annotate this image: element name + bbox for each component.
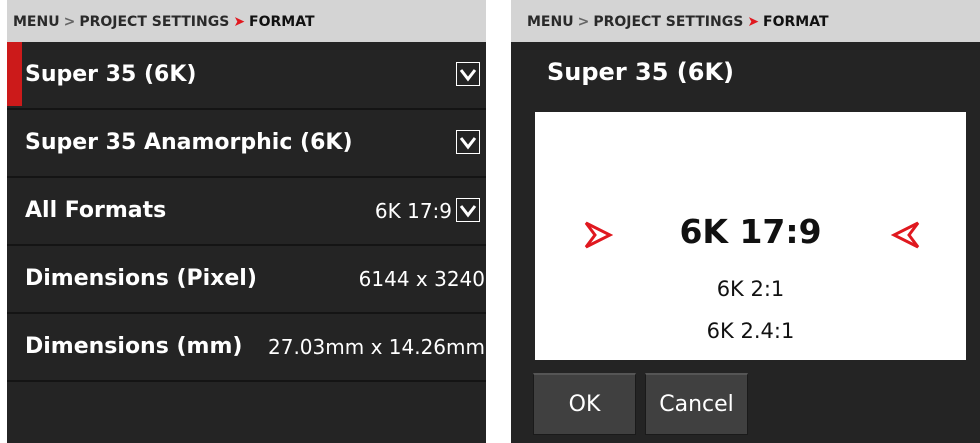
format-row-super35-anamorphic[interactable]: Super 35 Anamorphic (6K): [7, 110, 486, 178]
dimensions-mm-row: Dimensions (mm) 27.03mm x 14.26mm: [7, 314, 486, 382]
row-value: 6K 17:9: [374, 199, 452, 223]
picker-option[interactable]: 6K 2.4:1: [535, 317, 966, 345]
format-list-panel: MENU > PROJECT SETTINGS ➤ FORMAT Super 35 (6…: [7, 0, 486, 443]
breadcrumb-current: FORMAT: [763, 14, 829, 30]
row-label: Super 35 (6K): [25, 62, 197, 87]
breadcrumb-arrow-icon: ➤: [747, 14, 760, 30]
row-value: 6144 x 3240: [358, 267, 485, 291]
format-picker[interactable]: 6K 17:9 6K 2:1 6K 2.4:1: [535, 112, 966, 360]
row-label: All Formats: [25, 198, 167, 223]
breadcrumb-project-settings[interactable]: PROJECT SETTINGS: [79, 14, 229, 30]
cancel-button[interactable]: Cancel: [645, 373, 748, 435]
chevron-down-icon[interactable]: [456, 198, 480, 222]
row-label: Super 35 Anamorphic (6K): [25, 130, 353, 155]
dialog-title: Super 35 (6K): [547, 58, 735, 86]
breadcrumb-separator: >: [63, 14, 76, 30]
row-label: Dimensions (mm): [25, 334, 243, 359]
selection-marker: [7, 42, 22, 106]
picker-option[interactable]: 6K 2:1: [535, 275, 966, 303]
breadcrumb: MENU > PROJECT SETTINGS ➤ FORMAT: [7, 0, 486, 42]
format-picker-panel: MENU > PROJECT SETTINGS ➤ FORMAT Super 35 (6…: [511, 0, 980, 443]
breadcrumb-menu[interactable]: MENU: [13, 14, 60, 30]
breadcrumb-project-settings[interactable]: PROJECT SETTINGS: [593, 14, 743, 30]
breadcrumb-arrow-icon: ➤: [233, 14, 246, 30]
row-label: Dimensions (Pixel): [25, 266, 257, 291]
row-value: 27.03mm x 14.26mm: [268, 335, 485, 359]
breadcrumb: MENU > PROJECT SETTINGS ➤ FORMAT: [511, 0, 980, 42]
arrow-left-icon: [891, 221, 920, 249]
chevron-down-icon[interactable]: [456, 130, 480, 154]
format-row-super35[interactable]: Super 35 (6K): [7, 42, 486, 110]
dimensions-pixel-row: Dimensions (Pixel) 6144 x 3240: [7, 246, 486, 314]
breadcrumb-menu[interactable]: MENU: [527, 14, 574, 30]
breadcrumb-current: FORMAT: [249, 14, 315, 30]
breadcrumb-separator: >: [577, 14, 590, 30]
ok-button[interactable]: OK: [533, 373, 636, 435]
format-row-all-formats[interactable]: All Formats 6K 17:9: [7, 178, 486, 246]
chevron-down-icon[interactable]: [456, 62, 480, 86]
